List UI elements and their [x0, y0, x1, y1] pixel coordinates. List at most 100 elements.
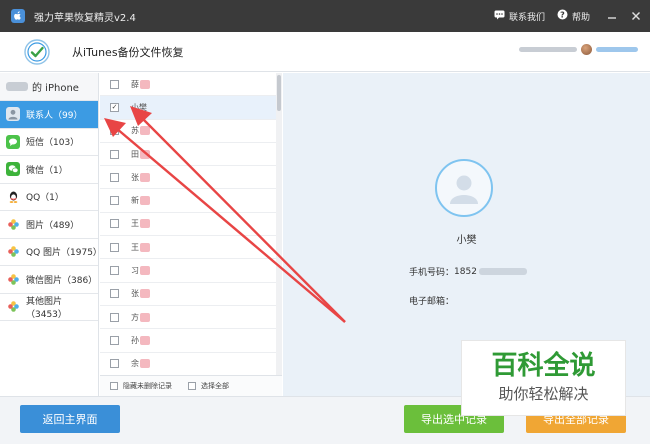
- contact-checkbox[interactable]: ✓: [110, 102, 119, 112]
- contact-checkbox[interactable]: [110, 126, 119, 136]
- select-all-checkbox[interactable]: 选择全部: [188, 381, 229, 391]
- contact-name-text: 王: [131, 219, 139, 229]
- contact-row[interactable]: 余: [100, 353, 276, 375]
- contact-name-text: 薛: [131, 79, 139, 89]
- contact-name: 余: [131, 358, 150, 369]
- contact-name: 习: [131, 265, 150, 276]
- sidebar-item-photos[interactable]: 图片（489）: [0, 211, 98, 239]
- redacted-name: [140, 149, 150, 159]
- contact-row[interactable]: 孙: [100, 329, 276, 353]
- redacted-name: [140, 289, 150, 299]
- help-icon: ?: [557, 9, 568, 23]
- sidebar-item-label: 短信（103）: [26, 138, 80, 149]
- minimize-button[interactable]: [602, 6, 622, 26]
- sidebar-item-qq-photos[interactable]: QQ 图片（1975）: [0, 239, 102, 266]
- svg-text:?: ?: [560, 10, 565, 19]
- contact-name-text: 王: [131, 242, 139, 252]
- contact-name: 新: [131, 195, 150, 206]
- contact-row[interactable]: 习: [100, 259, 276, 283]
- contact-checkbox[interactable]: [110, 79, 119, 89]
- contact-name: 小樊: [456, 235, 477, 246]
- contact-checkbox[interactable]: [110, 219, 119, 229]
- watermark-main: 百科全说: [491, 351, 596, 382]
- close-button[interactable]: [626, 6, 646, 26]
- contact-row[interactable]: ✓ 小樊: [100, 96, 276, 120]
- user-area[interactable]: [519, 44, 638, 55]
- sidebar-item-label: QQ（1）: [26, 193, 64, 204]
- photos-icon: [6, 217, 20, 231]
- wechat-photos-icon: [6, 272, 20, 286]
- checkbox-box[interactable]: [110, 382, 118, 390]
- contact-name: 薛: [131, 79, 150, 90]
- redacted-name: [140, 242, 150, 252]
- contact-checkbox[interactable]: [110, 196, 119, 206]
- contact-row[interactable]: 王: [100, 213, 276, 237]
- sidebar-item-sms[interactable]: 短信（103）: [0, 129, 98, 156]
- itunes-backup-icon: [24, 38, 50, 65]
- qq-icon: [6, 190, 20, 204]
- sidebar-item-wechat[interactable]: 微信（1）: [0, 156, 98, 184]
- list-scrollbar[interactable]: [276, 73, 282, 375]
- contact-row[interactable]: 张: [100, 166, 276, 190]
- other-photos-icon: [6, 300, 20, 314]
- contact-checkbox[interactable]: [110, 149, 119, 159]
- contact-row[interactable]: 新: [100, 189, 276, 213]
- help-link[interactable]: ? 帮助: [557, 9, 590, 23]
- contacts-icon: [6, 107, 20, 122]
- contact-checkbox[interactable]: [110, 289, 119, 299]
- contact-row[interactable]: 王: [100, 236, 276, 260]
- redacted-name: [140, 219, 150, 229]
- help-label: 帮助: [571, 12, 590, 23]
- redacted-name: [140, 79, 150, 89]
- contact-name: 张: [131, 288, 150, 299]
- sidebar-item-other-photos[interactable]: 其他图片（3453）: [0, 294, 98, 321]
- contact-name-text: 方: [131, 312, 139, 322]
- contact-checkbox[interactable]: [110, 359, 119, 369]
- wechat-icon: [6, 162, 20, 177]
- qq-photos-icon: [6, 245, 20, 259]
- redacted-account: [519, 47, 577, 52]
- contact-checkbox[interactable]: [110, 312, 119, 322]
- contact-name-text: 新: [131, 196, 139, 206]
- contact-avatar-icon: [435, 159, 493, 217]
- sidebar-item-label: 微信（1）: [26, 165, 68, 176]
- contact-name-text: 张: [131, 172, 139, 182]
- contact-list: 薛✓小樊苏田张新王王习张方孙余刘 隐藏未删除记录 选择全部: [100, 73, 282, 396]
- contact-name: 小樊: [131, 102, 147, 113]
- sidebar-item-contacts[interactable]: 联系人（99）: [0, 101, 98, 129]
- email-row: 电子邮箱：: [409, 294, 454, 307]
- sidebar-item-label: 图片（489）: [26, 220, 80, 231]
- header: 从iTunes备份文件恢复: [0, 32, 650, 72]
- contact-checkbox[interactable]: [110, 242, 119, 252]
- sidebar-item-label: 其他图片（3453）: [26, 296, 67, 320]
- contact-row[interactable]: 苏: [100, 120, 276, 143]
- contact-row[interactable]: 方: [100, 306, 276, 330]
- contact-row[interactable]: 薛: [100, 73, 276, 97]
- contact-row[interactable]: 张: [100, 283, 276, 306]
- sidebar-item-wechat-photos[interactable]: 微信图片（386）: [0, 266, 98, 294]
- app-title: 强力苹果恢复精灵v2.4: [34, 12, 136, 24]
- contact-us-link[interactable]: 联系我们: [494, 10, 545, 23]
- contact-name-text: 小樊: [131, 102, 147, 112]
- phone-value: 1852: [454, 266, 477, 277]
- scrollbar-thumb[interactable]: [277, 75, 281, 111]
- page-title: 从iTunes备份文件恢复: [72, 45, 184, 59]
- hide-deleted-checkbox[interactable]: 隐藏未删除记录: [110, 381, 172, 391]
- list-footer: 隐藏未删除记录 选择全部: [100, 375, 282, 396]
- redacted-name: [140, 335, 150, 345]
- back-to-home-button[interactable]: 返回主界面: [20, 405, 120, 433]
- contact-row[interactable]: 田: [100, 143, 276, 167]
- sidebar-item-label: 微信图片（386）: [26, 275, 98, 286]
- contact-checkbox[interactable]: [110, 266, 119, 276]
- redacted-name: [140, 359, 150, 369]
- contact-checkbox[interactable]: [110, 172, 119, 182]
- user-avatar: [581, 44, 592, 55]
- checkbox-box[interactable]: [188, 382, 196, 390]
- sidebar-item-label: 联系人（99）: [26, 110, 83, 121]
- select-all-label: 选择全部: [201, 382, 229, 390]
- contact-checkbox[interactable]: [110, 335, 119, 345]
- device-item[interactable]: 的 iPhone: [0, 73, 98, 101]
- sidebar-item-qq[interactable]: QQ（1）: [0, 184, 98, 211]
- sms-icon: [6, 134, 20, 149]
- email-label: 电子邮箱：: [409, 297, 455, 307]
